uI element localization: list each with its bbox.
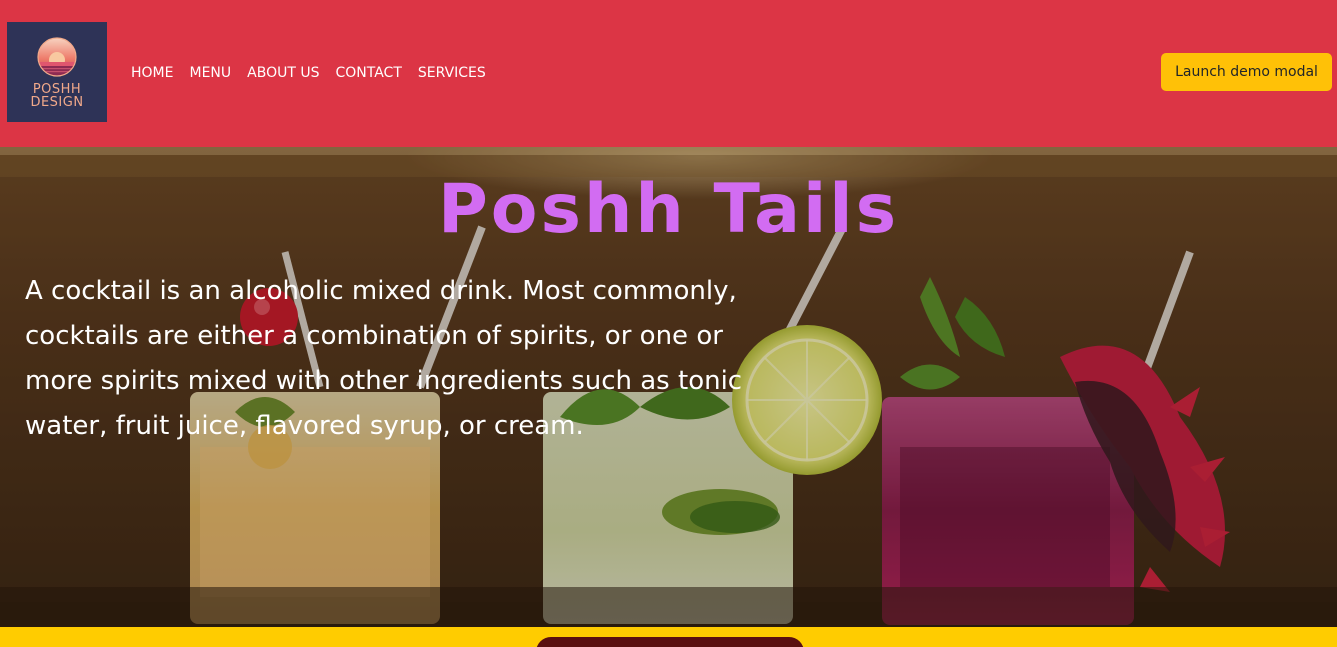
bottom-pill-button[interactable] bbox=[536, 637, 804, 647]
sunset-emblem-icon bbox=[37, 37, 77, 77]
hero-title: Poshh Tails bbox=[437, 170, 900, 249]
nav-menu-link[interactable]: MENU bbox=[189, 65, 231, 81]
navbar: POSHH DESIGN HOME MENU ABOUT US CONTACT … bbox=[0, 0, 1337, 147]
bottom-section-band bbox=[0, 627, 1337, 647]
logo-text-line2: DESIGN bbox=[30, 95, 84, 110]
nav-home-link[interactable]: HOME bbox=[131, 65, 173, 81]
brand-logo[interactable]: POSHH DESIGN bbox=[7, 22, 107, 122]
nav-contact-link[interactable]: CONTACT bbox=[335, 65, 401, 81]
nav-about-us-link[interactable]: ABOUT US bbox=[247, 65, 319, 81]
hero-section: Poshh Tails A cocktail is an alcoholic m… bbox=[0, 147, 1337, 627]
main-nav: HOME MENU ABOUT US CONTACT SERVICES bbox=[131, 62, 486, 84]
launch-demo-modal-button[interactable]: Launch demo modal bbox=[1161, 53, 1332, 91]
hero-description: A cocktail is an alcoholic mixed drink. … bbox=[25, 276, 743, 441]
nav-services-link[interactable]: SERVICES bbox=[418, 65, 486, 81]
